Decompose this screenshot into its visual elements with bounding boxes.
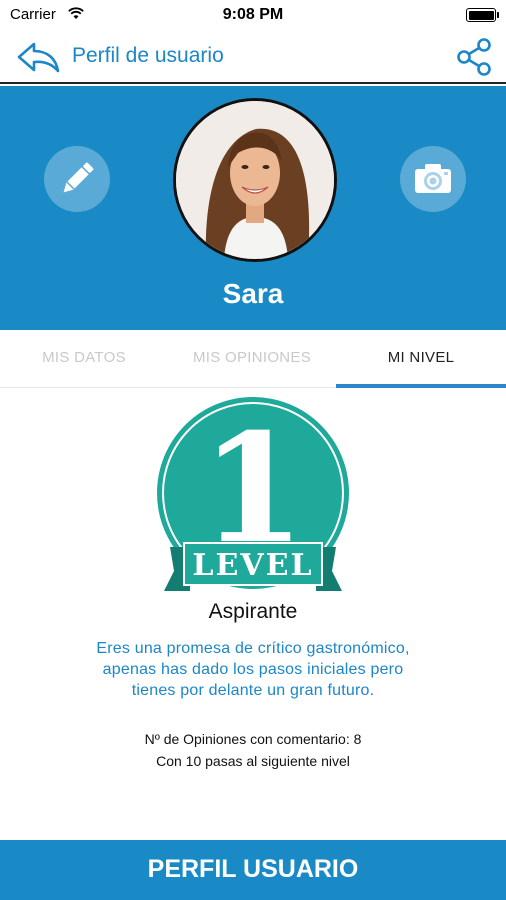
battery-fill bbox=[468, 10, 494, 20]
next-level-hint: Con 10 pasas al siguiente nivel bbox=[156, 753, 350, 769]
profile-tabs: MIS DATOS MIS OPINIONES MI NIVEL bbox=[0, 330, 506, 388]
tab-mis-datos[interactable]: MIS DATOS bbox=[0, 330, 168, 388]
level-ribbon-text: LEVEL bbox=[192, 548, 313, 583]
active-tab-indicator bbox=[336, 384, 506, 388]
profile-header: Sara bbox=[0, 86, 506, 330]
battery-icon bbox=[466, 8, 499, 22]
user-name: Sara bbox=[222, 278, 284, 309]
profile-photo bbox=[176, 101, 334, 259]
profile-user-button[interactable]: PERFIL USUARIO bbox=[0, 840, 506, 900]
profile-user-button-label: PERFIL USUARIO bbox=[147, 855, 359, 883]
page-title: Perfil de usuario bbox=[72, 44, 224, 67]
navigation-bar: Perfil de usuario bbox=[0, 30, 506, 84]
share-icon[interactable] bbox=[454, 36, 494, 78]
opinions-count: Nº de Opiniones con comentario: 8 bbox=[144, 731, 362, 747]
edit-profile-button[interactable] bbox=[44, 146, 110, 212]
level-badge: 1 LEVEL bbox=[157, 397, 349, 591]
camera-button[interactable] bbox=[400, 146, 466, 212]
tab-mi-nivel[interactable]: MI NIVEL bbox=[336, 330, 506, 388]
level-description: Eres una promesa de crítico gastronómico… bbox=[96, 640, 410, 699]
camera-icon bbox=[415, 164, 451, 193]
level-title: Aspirante bbox=[208, 600, 298, 623]
pencil-icon bbox=[63, 162, 94, 193]
back-arrow-icon[interactable] bbox=[14, 38, 62, 76]
avatar bbox=[173, 98, 337, 262]
tab-mis-opiniones[interactable]: MIS OPINIONES bbox=[168, 330, 336, 388]
clock: 9:08 PM bbox=[222, 6, 284, 23]
status-bar: Carrier 9:08 PM bbox=[0, 0, 506, 30]
